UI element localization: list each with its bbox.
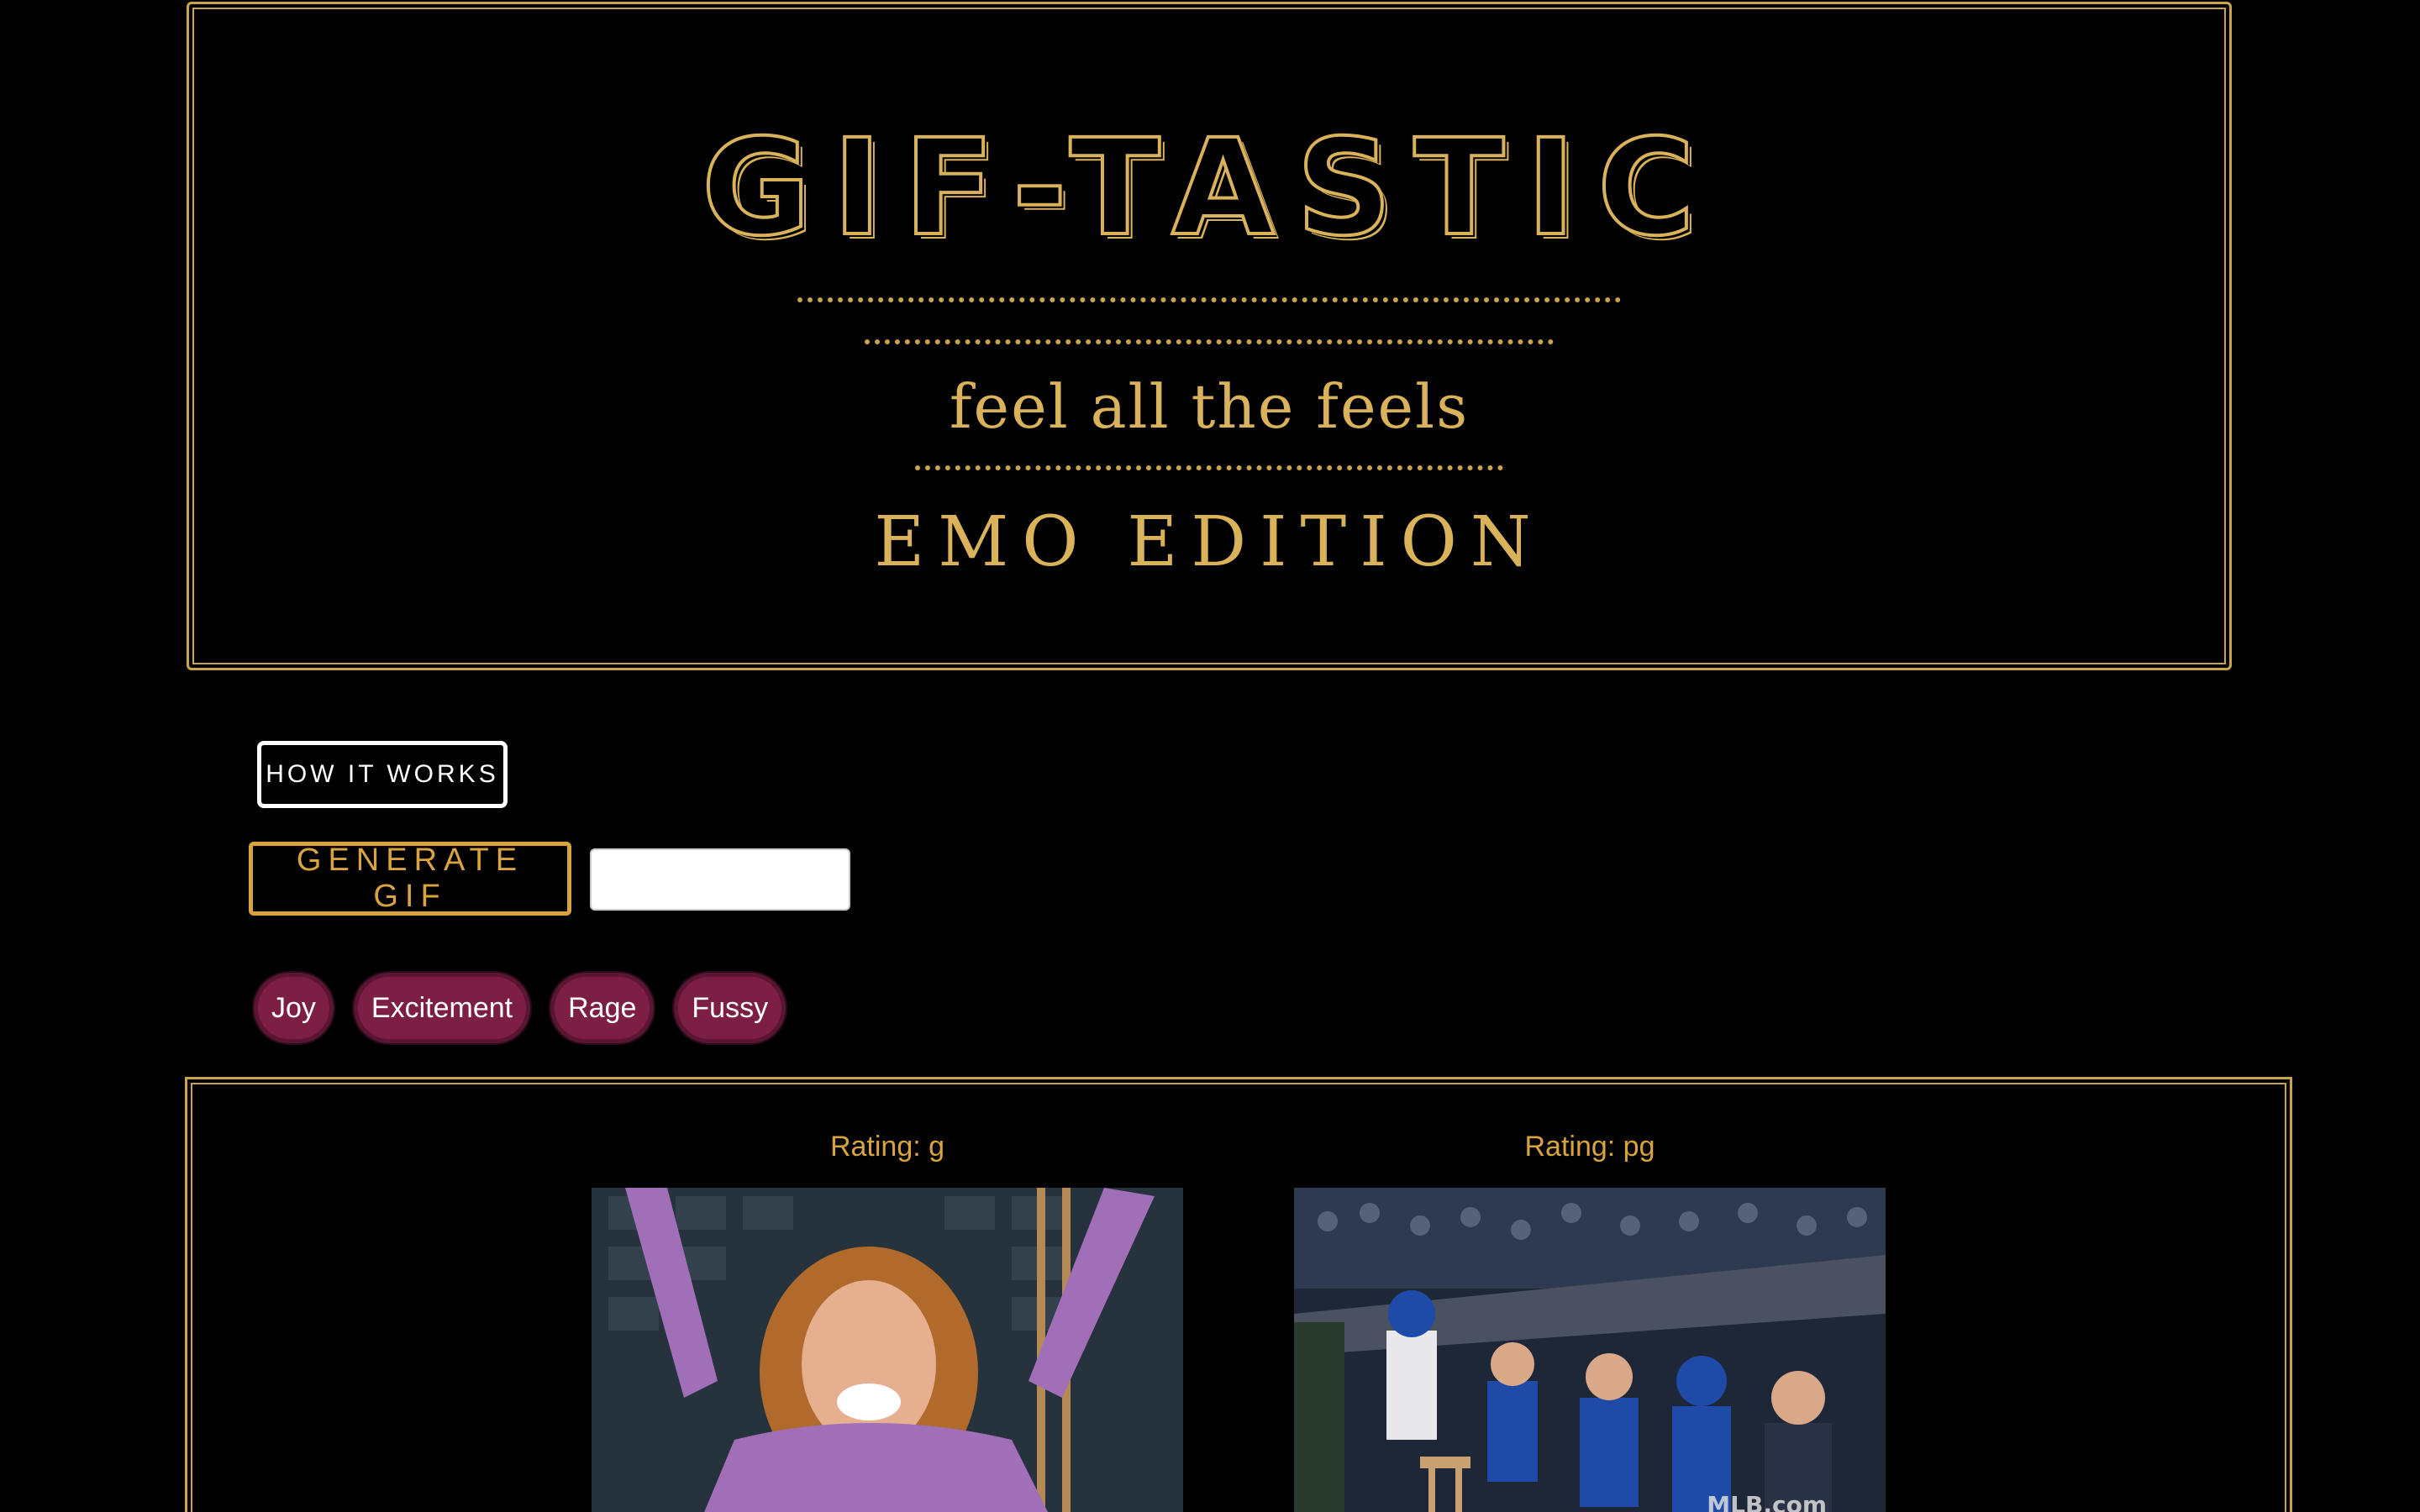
gif-rating: Rating: pg bbox=[1524, 1131, 1655, 1163]
dotted-divider bbox=[189, 293, 2229, 312]
gif-image[interactable] bbox=[592, 1188, 1183, 1512]
gif-rating: Rating: g bbox=[829, 1131, 945, 1163]
dotted-divider bbox=[189, 335, 2229, 354]
gif-image[interactable]: MLB.com bbox=[1294, 1188, 1886, 1512]
gif-results-panel bbox=[185, 1077, 2292, 1512]
generate-gif-button[interactable]: GENERATE GIF bbox=[249, 842, 571, 916]
baseball-dugout-illustration bbox=[1294, 1188, 1886, 1512]
gif-card: Rating: g bbox=[592, 1126, 1183, 1512]
chip-fussy[interactable]: Fussy bbox=[674, 973, 786, 1043]
chip-excitement[interactable]: Excitement bbox=[353, 973, 531, 1043]
how-it-works-button[interactable]: HOW IT WORKS bbox=[257, 741, 508, 808]
emotion-input[interactable] bbox=[590, 848, 850, 911]
tagline: feel all the feels bbox=[949, 371, 1470, 442]
woman-cheering-illustration bbox=[592, 1188, 1183, 1512]
chip-rage[interactable]: Rage bbox=[550, 973, 655, 1043]
edition-label: EMO EDITION bbox=[874, 502, 1544, 582]
dotted-divider bbox=[189, 461, 2229, 480]
chip-joy[interactable]: Joy bbox=[254, 973, 334, 1043]
app-title: GIF-TASTIC bbox=[700, 111, 1717, 265]
mlb-watermark: MLB.com bbox=[1707, 1491, 1827, 1512]
header-banner: GIF-TASTIC feel all the feels EMO EDITIO… bbox=[187, 2, 2232, 670]
emotion-chip-list: Joy Excitement Rage Fussy bbox=[254, 973, 786, 1043]
gif-card: Rating: pg MLB.com bbox=[1294, 1126, 1886, 1512]
page: GIF-TASTIC feel all the feels EMO EDITIO… bbox=[0, 0, 2420, 1512]
